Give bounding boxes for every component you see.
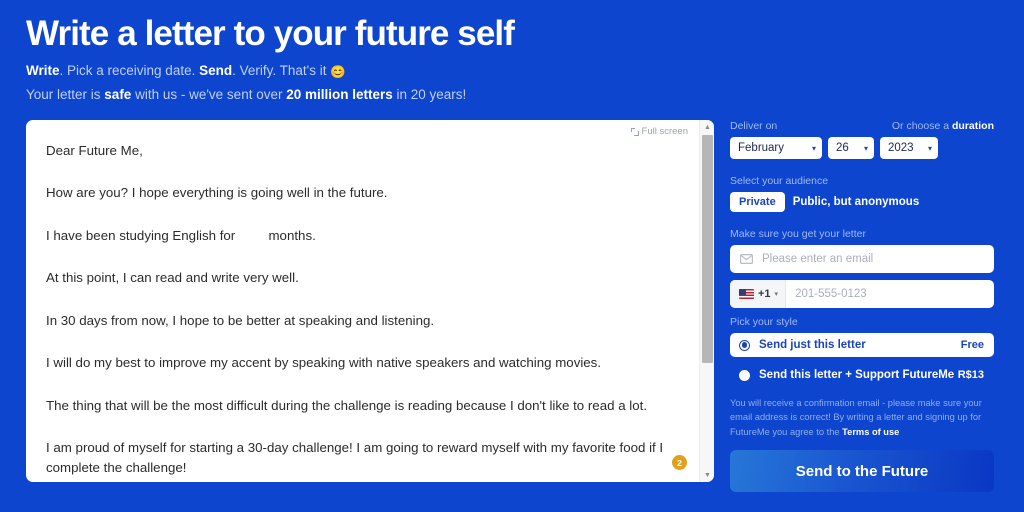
trust-run-4: in 20 years!	[392, 86, 467, 102]
letter-paragraph: I am proud of myself for starting a 30-d…	[46, 440, 667, 475]
audience-toggle: Private Public, but anonymous	[730, 192, 994, 212]
letter-paragraph: At this point, I can read and write very…	[46, 270, 299, 286]
style-option-free-price: Free	[960, 339, 984, 351]
deliver-on-row: Deliver on Or choose a duration	[730, 120, 994, 137]
phone-input[interactable]	[786, 288, 994, 300]
chevron-down-icon: ▾	[863, 143, 868, 153]
smile-emoji-icon: 😊	[330, 64, 346, 79]
letter-paragraph: How are you? I hope everything is going …	[46, 185, 388, 201]
day-value: 26	[836, 142, 849, 154]
delivery-contact-label: Make sure you get your letter	[730, 228, 866, 240]
date-selectors: February ▾ 26 ▾ 2023 ▾	[730, 137, 994, 159]
tagline-run-1: . Pick a receiving date.	[59, 62, 200, 78]
letter-paragraph: I will do my best to improve my accent b…	[46, 355, 602, 371]
page-header: Write a letter to your future self Write…	[0, 0, 1024, 105]
year-select[interactable]: 2023 ▾	[880, 137, 938, 159]
letter-editor-card[interactable]: Dear Future Me, How are you? I hope every…	[26, 120, 714, 482]
legal-disclaimer: You will receive a confirmation email - …	[730, 396, 994, 439]
duration-prefix: Or choose a	[891, 120, 952, 132]
radio-selected-icon	[739, 339, 750, 351]
scrollbar-thumb[interactable]	[702, 135, 713, 363]
letter-paragraph: I have been studying English for months.	[46, 227, 316, 243]
style-option-support[interactable]: Send this letter + Support FutureMe R$13	[730, 363, 994, 387]
day-select[interactable]: 26 ▾	[828, 137, 874, 159]
letter-textarea[interactable]: Dear Future Me, How are you? I hope every…	[26, 120, 694, 482]
envelope-icon	[730, 254, 762, 264]
chevron-down-icon: ▾	[927, 143, 932, 153]
style-option-support-price: R$13	[957, 369, 984, 381]
style-label: Pick your style	[730, 316, 798, 328]
month-value: February	[738, 142, 785, 154]
trust-run-0: Your letter is	[26, 86, 105, 102]
month-select[interactable]: February ▾	[730, 137, 822, 159]
choose-duration-link[interactable]: Or choose a duration	[892, 120, 994, 132]
compose-options-panel: Deliver on Or choose a duration February…	[730, 120, 994, 493]
fullscreen-label: Full screen	[641, 126, 688, 137]
send-to-the-future-button[interactable]: Send to the Future	[730, 450, 994, 493]
letter-scrollbar[interactable]: ▲ ▼	[699, 120, 714, 482]
page-title: Write a letter to your future self	[26, 14, 515, 53]
letter-paragraph: In 30 days from now, I hope to be better…	[46, 312, 435, 328]
fullscreen-button[interactable]: Full screen	[630, 126, 688, 137]
style-option-free-label: Send just this letter	[759, 339, 866, 351]
expand-icon	[630, 127, 639, 136]
email-field-shell[interactable]	[730, 245, 994, 273]
deliver-on-label: Deliver on	[730, 120, 778, 132]
duration-emphasis: duration	[952, 120, 994, 132]
style-option-free[interactable]: Send just this letter Free	[730, 333, 994, 357]
audience-option-private[interactable]: Private	[730, 192, 785, 212]
caret-down-icon: ▾	[774, 291, 779, 298]
year-value: 2023	[888, 142, 914, 154]
trust-run-3: 20 million letters	[286, 86, 393, 102]
trust-line: Your letter is safe with us - we've sent…	[26, 85, 1024, 105]
style-option-support-label: Send this letter + Support FutureMe	[759, 369, 955, 381]
trust-run-1: safe	[104, 86, 132, 102]
status-badge: 2	[672, 455, 687, 470]
trust-run-2: with us - we've sent over	[131, 86, 287, 102]
audience-option-public[interactable]: Public, but anonymous	[793, 196, 920, 208]
scroll-up-arrow-icon[interactable]: ▲	[700, 120, 714, 134]
letter-paragraph: Dear Future Me,	[46, 143, 143, 158]
chevron-down-icon: ▾	[811, 143, 816, 153]
tagline-run-3: . Verify. That's it	[232, 62, 331, 78]
radio-unselected-icon	[739, 369, 750, 381]
terms-of-use-link[interactable]: Terms of use	[842, 427, 899, 437]
us-flag-icon	[739, 289, 754, 299]
email-input[interactable]	[762, 253, 994, 265]
scroll-down-arrow-icon[interactable]: ▼	[700, 468, 714, 482]
tagline-run-2: Send	[199, 62, 233, 78]
audience-label: Select your audience	[730, 175, 829, 187]
tagline: Write. Pick a receiving date. Send. Veri…	[26, 61, 1024, 82]
country-code-selector[interactable]: +1 ▾	[730, 280, 787, 308]
country-code-value: +1	[758, 288, 771, 300]
tagline-run-0: Write	[26, 62, 60, 78]
letter-paragraph: The thing that will be the most difficul…	[46, 397, 648, 413]
phone-field-shell[interactable]: +1 ▾	[730, 280, 994, 308]
